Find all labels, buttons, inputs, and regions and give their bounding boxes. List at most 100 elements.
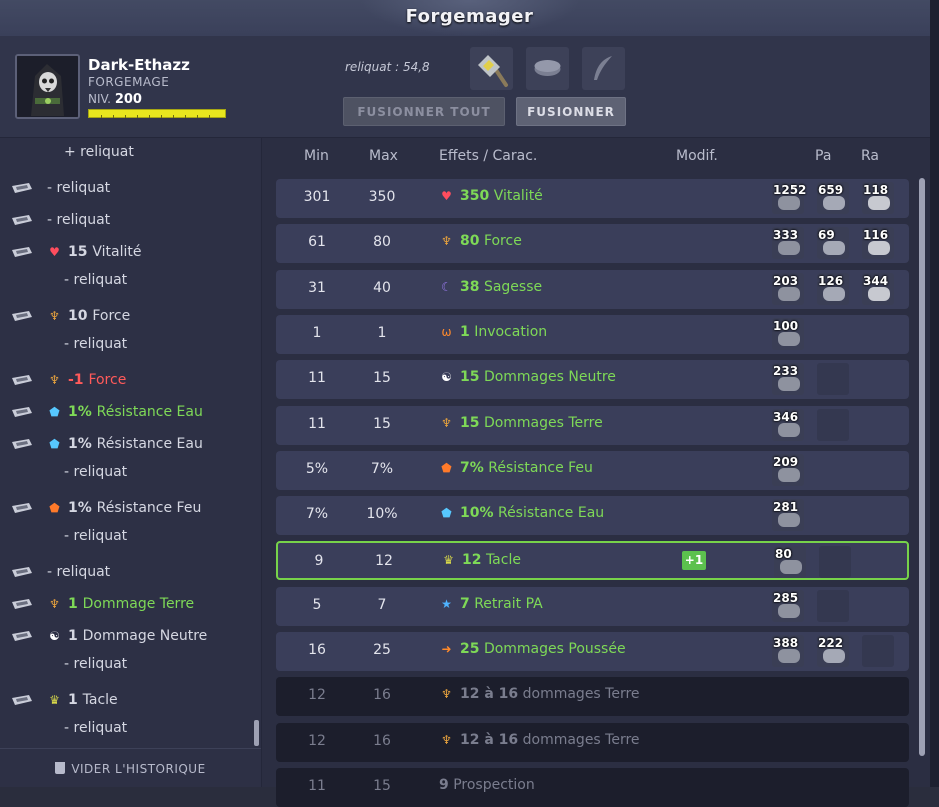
rune-count: 281 <box>773 500 799 515</box>
effect-row[interactable]: 301 350 ♥ 350 Vitalité 1252 659 118 <box>276 179 909 218</box>
table-scrollbar[interactable] <box>919 178 925 756</box>
rune-slot[interactable]: 118 <box>862 182 894 214</box>
effect-row[interactable]: 11ѡ1 Invocation 100 <box>276 314 909 354</box>
effect-row[interactable]: 9 12 ♛ 12 Tacle +1 80 <box>276 541 909 581</box>
rune-slot[interactable]: 126 <box>817 272 849 305</box>
rune-slot[interactable]: 388 <box>772 635 804 667</box>
row-max: 7 <box>377 596 387 613</box>
force-icon: ♆ <box>441 415 452 430</box>
water-shield-icon: ⬟ <box>441 506 452 521</box>
rune-icon <box>778 331 800 346</box>
history-amount: 1% <box>68 436 97 452</box>
rune-count: 80 <box>775 547 792 562</box>
history-text: ⬟ 1% Résistance Eau <box>47 404 203 420</box>
row-stat-name: Vitalité <box>493 188 543 204</box>
effect-row[interactable]: 11 15 ♆ 15 Dommages Terre 346 <box>276 405 909 445</box>
history-entry: ♥ 15 Vitalité <box>0 240 255 266</box>
rune-count: 222 <box>818 636 844 650</box>
effect-row[interactable]: 5 7 ★ 7 Retrait PA 285 <box>276 586 909 626</box>
rune-icon <box>778 649 800 663</box>
character-level: NIV. 200 <box>88 92 142 107</box>
row-max: 350 <box>368 189 396 205</box>
ap-reduction-icon: ★ <box>441 596 452 611</box>
rune-slot[interactable]: 80 <box>774 546 806 579</box>
rune-slot[interactable]: 333 <box>772 227 804 260</box>
rune-count: 346 <box>773 409 799 424</box>
effect-row[interactable]: 16 25 ➜ 25 Dommages Poussée 388 222 <box>276 632 909 671</box>
effect-row[interactable]: 12 16 ♆ 12 à 16 dommages Terre <box>276 722 909 762</box>
col-pa: Pa <box>815 148 832 164</box>
history-text: ♆ 1 Dommage Terre <box>47 596 194 612</box>
heart-icon: ♥ <box>49 245 60 259</box>
forgemager-window: Forgemager Dark-Ethazz FORGEMAGE NIV. 20… <box>0 0 939 807</box>
history-text: ⬟ 1% Résistance Feu <box>47 500 201 516</box>
rune-icon <box>778 377 800 392</box>
effect-row[interactable]: 12 16 ♆ 12 à 16 dommages Terre <box>276 677 909 717</box>
xp-bar <box>88 109 226 118</box>
effect-row[interactable]: 11 15 ☯ 15 Dommages Neutre 233 <box>276 360 909 400</box>
row-effect: ♆ 12 à 16 dommages Terre <box>439 686 640 703</box>
rune-icon <box>778 422 800 437</box>
history-label: + reliquat <box>64 144 134 160</box>
history-text: + reliquat <box>64 144 134 160</box>
hammer-icon <box>478 55 508 87</box>
rune-slot[interactable]: 116 <box>862 227 894 260</box>
rune-count: 69 <box>818 228 835 243</box>
item-slot-weapon[interactable] <box>470 47 513 90</box>
rune-icon <box>10 209 34 231</box>
rune-slot[interactable]: 281 <box>772 499 804 532</box>
rune-count: 1252 <box>773 183 807 197</box>
rune-slot[interactable]: 69 <box>817 227 849 260</box>
rune-icon <box>10 305 34 327</box>
rune-count: 118 <box>863 183 889 197</box>
row-stat-name: Résistance Feu <box>488 459 593 476</box>
row-max: 15 <box>373 370 391 387</box>
history-entry: - reliquat <box>0 716 255 742</box>
rune-slot[interactable]: 222 <box>817 635 849 667</box>
row-amount: 12 à 16 <box>460 686 519 703</box>
item-slot-ring[interactable] <box>526 47 569 90</box>
clear-history-button[interactable]: VIDER L'HISTORIQUE <box>0 748 261 787</box>
row-effect: ѡ1 Invocation <box>439 324 547 340</box>
history-label: - reliquat <box>64 464 128 480</box>
row-max: 16 <box>373 732 391 749</box>
rune-icon <box>778 467 800 482</box>
row-stat-name: Résistance Eau <box>497 505 605 522</box>
force-icon: ♆ <box>441 732 452 747</box>
fire-shield-icon: ⬟ <box>49 501 60 515</box>
history-text: ⬟ 1% Résistance Eau <box>47 436 203 452</box>
fuse-all-button[interactable]: FUSIONNER TOUT <box>343 97 505 126</box>
history-entry: - reliquat <box>0 460 255 486</box>
effect-row[interactable]: 61 80 ♆ 80 Force 333 69 116 <box>276 224 909 264</box>
effect-row[interactable]: 31 40 ☾ 38 Sagesse 203 126 344 <box>276 269 909 309</box>
rune-slot[interactable]: 1252 <box>772 182 807 214</box>
history-scrollbar[interactable] <box>254 720 259 746</box>
effect-row[interactable]: 5% 7% ⬟ 7% Résistance Feu 209 <box>276 450 909 490</box>
rune-slot[interactable]: 344 <box>862 272 894 305</box>
rune-slot[interactable]: 100 <box>772 317 804 350</box>
effect-row[interactable]: 11 15 9 Prospection <box>276 767 909 807</box>
rune-slot[interactable]: 285 <box>772 589 804 622</box>
rune-slot[interactable]: 659 <box>817 182 849 214</box>
history-panel: + reliquat - reliquat - reliquat ♥ 15 Vitali… <box>0 138 262 787</box>
history-label: - reliquat <box>64 720 128 736</box>
row-effect: ⬟ 7% Résistance Feu <box>439 460 593 476</box>
fuse-button[interactable]: FUSIONNER <box>516 97 626 126</box>
empty-rune-slot <box>862 635 894 667</box>
row-stat-name: dommages Terre <box>522 686 640 703</box>
rune-slot[interactable]: 233 <box>772 363 804 396</box>
history-text: - reliquat <box>64 656 127 672</box>
row-amount: 350 <box>460 188 490 204</box>
water-shield-icon: ⬟ <box>49 437 60 451</box>
character-job: FORGEMAGE <box>88 75 170 89</box>
rune-icon <box>780 560 802 575</box>
effect-row[interactable]: 7% 10% ⬟ 10% Résistance Eau 281 <box>276 496 909 536</box>
rune-icon <box>823 196 845 210</box>
rune-slot[interactable]: 203 <box>772 272 804 305</box>
rune-slot[interactable]: 209 <box>772 453 804 486</box>
rune-icon <box>10 433 34 455</box>
item-slot-feather[interactable] <box>582 47 625 90</box>
rune-count: 344 <box>863 273 889 288</box>
rune-icon <box>10 497 34 519</box>
rune-slot[interactable]: 346 <box>772 408 804 441</box>
